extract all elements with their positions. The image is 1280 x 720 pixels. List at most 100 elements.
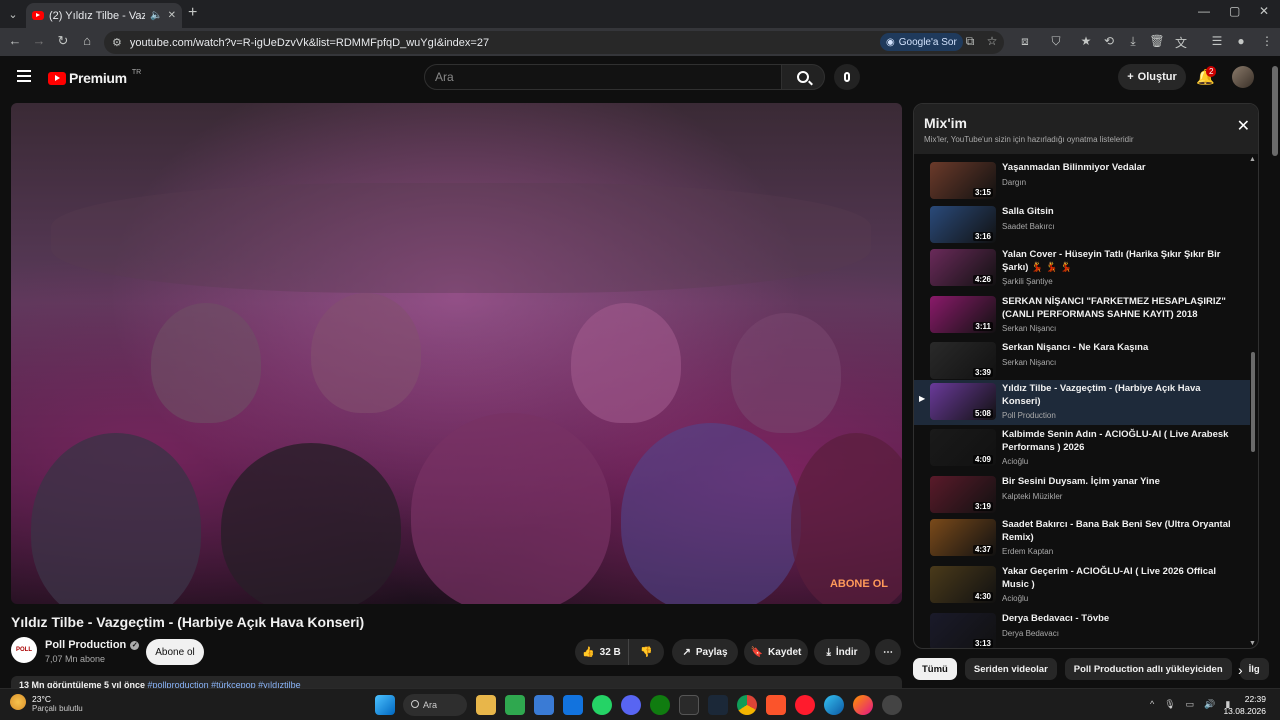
video-thumbnail[interactable]: 3:39 <box>930 342 996 379</box>
new-tab-button[interactable]: + <box>188 4 197 22</box>
video-thumbnail[interactable]: 4:30 <box>930 566 996 603</box>
playlist-item[interactable]: 3:39 Serkan Nişancı - Ne Kara Kaşına Serka… <box>914 339 1250 384</box>
playlist-item[interactable]: 3:13 Derya Bedavacı - Tövbe Derya Bedavacı <box>914 610 1250 648</box>
speaker-icon[interactable]: 🔈 <box>150 10 162 21</box>
playlist-item[interactable]: ▶ 5:08 Yıldız Tilbe - Vazgeçtim - (Harbiye… <box>914 380 1250 425</box>
close-tab-icon[interactable]: ✕ <box>168 10 176 21</box>
clock[interactable]: 22:39 13.08.2026 <box>1223 693 1266 717</box>
omnibox[interactable]: ⚙ youtube.com/watch?v=R-igUeDzvVk&list=R… <box>104 31 1004 54</box>
scroll-down-icon[interactable]: ▼ <box>1249 640 1256 647</box>
epic-games-icon[interactable] <box>679 695 699 715</box>
video-player[interactable]: ABONE OL <box>11 103 902 604</box>
extension-icon[interactable]: ⛉ <box>1048 34 1064 49</box>
playlist-item[interactable]: 3:15 Yaşanmadan Bilinmiyor Vedalar Dargın <box>914 159 1250 204</box>
download-button[interactable]: ⤓ İndir <box>814 639 870 665</box>
steam-icon[interactable] <box>708 695 728 715</box>
scroll-up-icon[interactable]: ▲ <box>1249 156 1256 163</box>
playlist-item[interactable]: 3:16 Salla Gitsin Saadet Bakırcı <box>914 203 1250 248</box>
video-thumbnail[interactable]: 4:09 <box>930 429 996 466</box>
channel-avatar[interactable]: POLL <box>11 637 37 663</box>
filter-chip[interactable]: Poll Production adlı yükleyiciden <box>1064 658 1232 680</box>
firefox-icon[interactable] <box>853 695 873 715</box>
chrome-icon[interactable] <box>737 695 757 715</box>
subscribe-button[interactable]: Abone ol <box>146 639 204 665</box>
playlist-item[interactable]: 4:37 Saadet Bakırcı - Bana Bak Beni Sev (… <box>914 516 1250 561</box>
filter-chip[interactable]: İlg <box>1239 658 1269 680</box>
network-icon[interactable]: ▭ <box>1186 699 1195 710</box>
file-explorer-icon[interactable] <box>476 695 496 715</box>
start-icon[interactable] <box>375 695 395 715</box>
channel-name-link[interactable]: Poll Production ✓ <box>45 639 140 651</box>
filter-chip[interactable]: Seriden videolar <box>964 658 1057 680</box>
dislike-button[interactable]: 👎 <box>628 639 664 665</box>
minimize-button[interactable]: — <box>1198 4 1210 18</box>
outlook-icon[interactable] <box>563 695 583 715</box>
maximize-button[interactable]: ▢ <box>1229 4 1240 18</box>
cast-icon[interactable]: ⧉ <box>962 34 978 49</box>
excel-icon[interactable] <box>505 695 525 715</box>
search-button[interactable] <box>781 64 825 90</box>
playlist-item[interactable]: 4:09 Kalbimde Senin Adın - ACIOĞLU-AI ( L… <box>914 426 1250 471</box>
menu-icon[interactable]: ⋮ <box>1259 34 1275 48</box>
taskbar-search[interactable]: Ara <box>403 694 467 716</box>
xbox-icon[interactable] <box>650 695 670 715</box>
video-thumbnail[interactable]: 4:26 <box>930 249 996 286</box>
playlist-scrollbar[interactable]: ▲ ▼ <box>1249 156 1256 647</box>
history-icon[interactable]: ⟲ <box>1101 34 1117 48</box>
delete-icon[interactable]: 🗑 <box>1149 34 1165 48</box>
close-playlist-icon[interactable]: ✕ <box>1237 116 1250 136</box>
video-thumbnail[interactable]: 3:19 <box>930 476 996 513</box>
playlist-item[interactable]: 4:26 Yalan Cover - Hüseyin Tatlı (Harika … <box>914 246 1250 291</box>
bookmark-star-icon[interactable]: ☆ <box>984 34 1000 48</box>
tab-search-icon[interactable]: ⌄ <box>0 1 26 27</box>
volume-icon[interactable]: 🔊 <box>1204 699 1215 710</box>
video-thumbnail[interactable]: 4:37 <box>930 519 996 556</box>
site-settings-icon[interactable]: ⚙ <box>112 36 122 49</box>
filter-chip[interactable]: Tümü <box>913 658 957 680</box>
save-button[interactable]: 🔖 Kaydet <box>744 639 808 665</box>
browser-tab-youtube[interactable]: (2) Yıldız Tilbe - Vazgeçtim 🔈 ✕ <box>26 3 182 28</box>
share-button[interactable]: ↗ Paylaş <box>672 639 738 665</box>
create-button[interactable]: + Oluştur <box>1118 64 1186 90</box>
reload-button[interactable]: ↻ <box>54 33 72 49</box>
playlist-item[interactable]: 3:11 SERKAN NİŞANCI "FARKETMEZ HESAPLAŞIR… <box>914 293 1250 338</box>
reading-list-icon[interactable]: ☰ <box>1209 34 1225 48</box>
video-thumbnail[interactable]: 3:11 <box>930 296 996 333</box>
tray-overflow-icon[interactable]: ^ <box>1150 699 1154 710</box>
brave-icon[interactable] <box>766 695 786 715</box>
profile-icon[interactable]: ● <box>1233 34 1249 48</box>
microphone-tray-icon[interactable]: 🎙 <box>1164 699 1175 710</box>
edge-icon[interactable] <box>824 695 844 715</box>
forward-button[interactable]: → <box>30 33 48 48</box>
video-thumbnail[interactable]: 5:08 <box>930 383 996 420</box>
playlist-item[interactable]: 4:30 Yakar Geçerim - ACIOĞLU-AI ( Live 20… <box>914 563 1250 608</box>
settings-icon[interactable] <box>882 695 902 715</box>
ask-google-button[interactable]: ◉ Google'a Sor <box>880 33 963 51</box>
youtube-premium-logo[interactable]: Premium TR <box>48 69 141 86</box>
favorites-icon[interactable]: ★ <box>1078 34 1094 48</box>
video-thumbnail[interactable]: 3:16 <box>930 206 996 243</box>
menu-hamburger-icon[interactable] <box>17 70 31 82</box>
page-scrollbar-thumb[interactable] <box>1272 66 1278 156</box>
playlist-item[interactable]: 3:19 Bir Sesini Duysam. İçim yanar Yine Ka… <box>914 473 1250 518</box>
voice-search-button[interactable] <box>834 64 860 90</box>
page-scrollbar[interactable] <box>1270 56 1280 688</box>
search-input[interactable]: Ara <box>424 64 782 90</box>
close-window-button[interactable]: ✕ <box>1259 4 1269 18</box>
store-icon[interactable] <box>534 695 554 715</box>
video-thumbnail[interactable]: 3:13 <box>930 613 996 648</box>
whatsapp-icon[interactable] <box>592 695 612 715</box>
more-actions-button[interactable]: ⋯ <box>875 639 901 665</box>
chips-next-icon[interactable]: › <box>1238 662 1243 678</box>
like-button[interactable]: 👍 32 B <box>575 639 628 665</box>
video-thumbnail[interactable]: 3:15 <box>930 162 996 199</box>
extensions-icon[interactable]: ⧈ <box>1017 34 1033 49</box>
home-button[interactable]: ⌂ <box>78 33 96 48</box>
translate-icon[interactable]: 文 <box>1173 34 1189 51</box>
account-avatar[interactable] <box>1232 66 1254 88</box>
discord-icon[interactable] <box>621 695 641 715</box>
weather-widget[interactable]: 23°C Parçalı bulutlu <box>10 694 83 713</box>
opera-icon[interactable] <box>795 695 815 715</box>
scrollbar-thumb[interactable] <box>1251 352 1255 452</box>
back-button[interactable]: ← <box>6 33 24 48</box>
